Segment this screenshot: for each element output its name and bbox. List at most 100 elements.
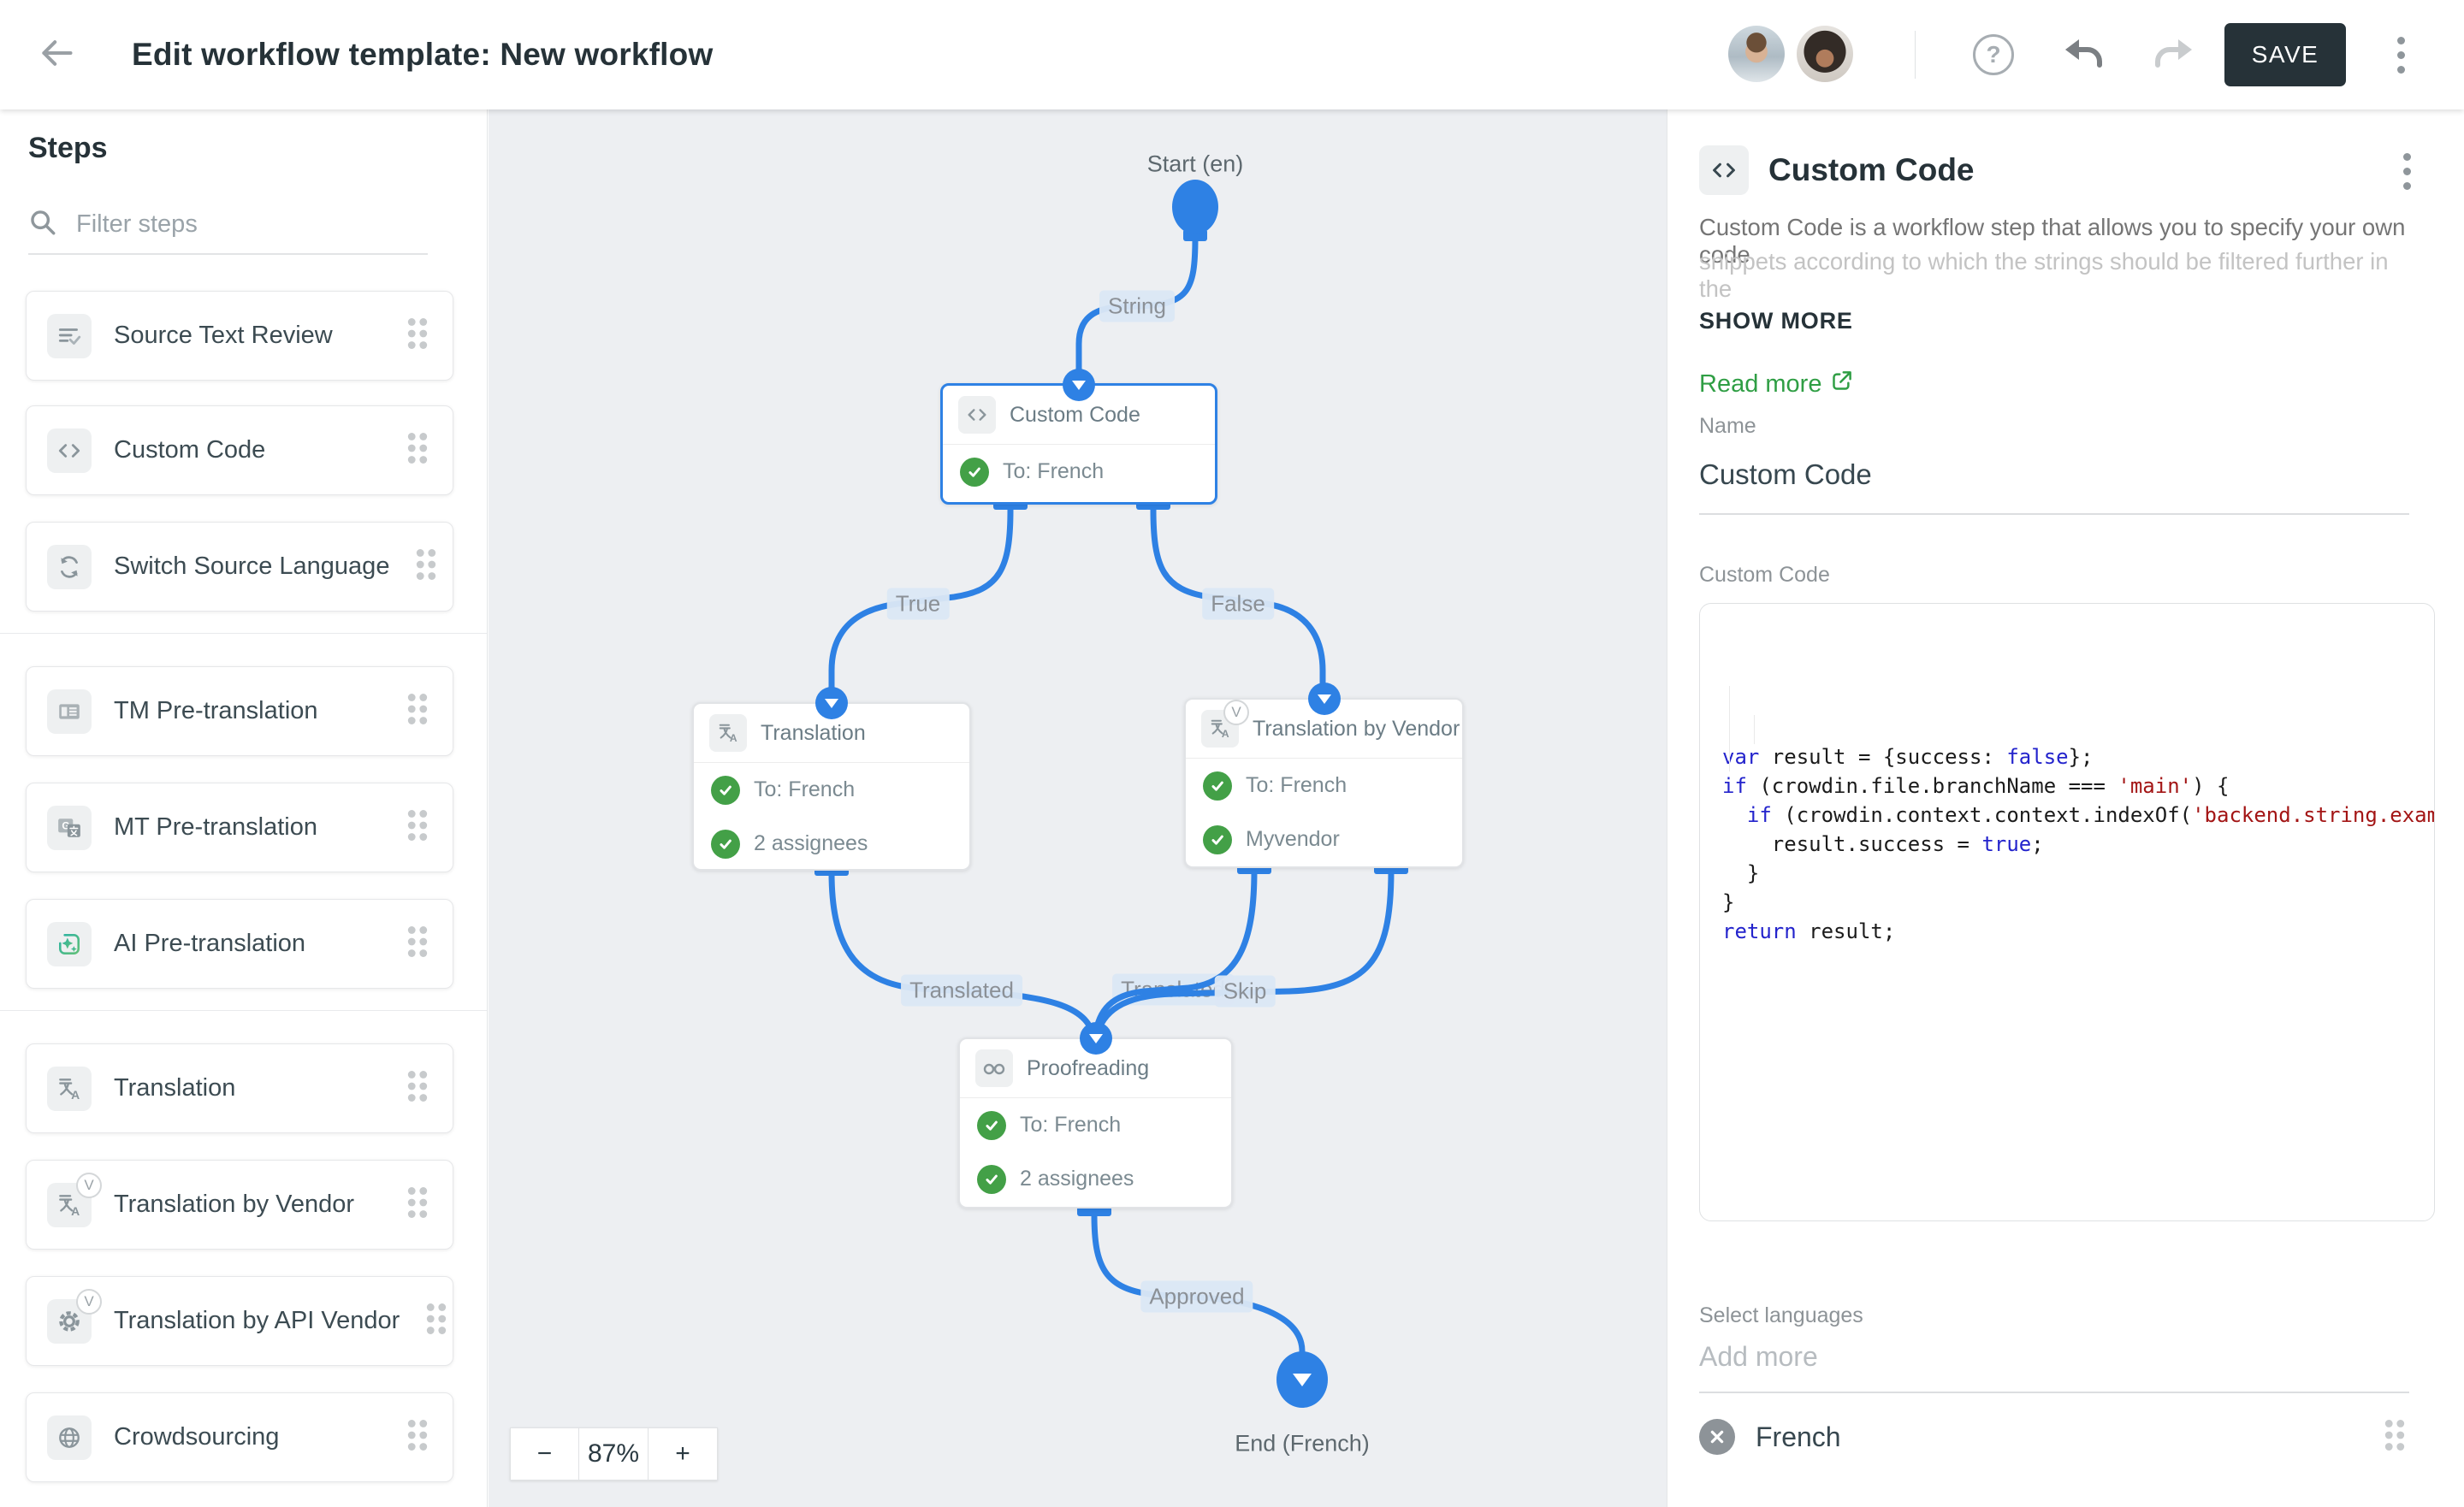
step-card-label: Source Text Review (114, 322, 381, 350)
code-icon (47, 428, 92, 473)
sidebar-section-divider (0, 633, 487, 634)
drag-handle-icon[interactable] (403, 690, 432, 732)
collaborator-avatar-2[interactable] (1797, 26, 1853, 82)
back-button[interactable] (33, 31, 80, 79)
step-card-label: TM Pre-translation (114, 697, 381, 725)
indent-guide (1754, 715, 1755, 744)
save-button[interactable]: SAVE (2224, 23, 2346, 86)
node-translation-by-vendor[interactable]: A V Translation by Vendor To: French Myv… (1184, 698, 1464, 868)
input-port[interactable] (1063, 369, 1095, 401)
collaborator-avatar-1[interactable] (1728, 26, 1785, 82)
name-field-input[interactable]: Custom Code (1699, 458, 2409, 515)
drag-handle-icon[interactable] (403, 1184, 432, 1226)
glasses-icon (975, 1049, 1013, 1087)
undo-icon (2060, 33, 2108, 77)
node-title: Translation (761, 721, 866, 746)
node-custom-code[interactable]: Custom Code To: French (940, 383, 1217, 505)
top-bar: Edit workflow template: New workflow ? S… (0, 0, 2464, 109)
question-icon: ? (1986, 41, 2000, 68)
zoom-in-button[interactable]: + (649, 1427, 718, 1480)
redo-button[interactable] (2149, 33, 2197, 77)
edge-label-false: False (1202, 588, 1274, 620)
vendor-badge: V (76, 1173, 102, 1198)
code-icon (958, 396, 996, 434)
workflow-canvas[interactable]: Start (en) String Custom Code To: French… (489, 109, 1667, 1507)
step-card-translation-by-api-vendor[interactable]: V Translation by API Vendor (26, 1276, 453, 1366)
node-translation[interactable]: A Translation To: French 2 assignees (692, 702, 971, 871)
node-row: 2 assignees (960, 1152, 1231, 1206)
check-icon (1203, 825, 1232, 854)
drag-handle-icon[interactable] (403, 1416, 432, 1458)
input-port[interactable] (1080, 1022, 1112, 1055)
step-card-translation[interactable]: A Translation (26, 1043, 453, 1133)
undo-button[interactable] (2060, 33, 2108, 77)
end-node-label: End (French) (1235, 1431, 1370, 1457)
step-card-tm-pre-translation[interactable]: TM Pre-translation (26, 666, 453, 756)
step-card-custom-code[interactable]: Custom Code (26, 405, 453, 495)
drag-handle-icon[interactable] (403, 429, 432, 471)
node-row-text: To: French (754, 777, 855, 802)
step-card-label: Translation (114, 1074, 381, 1102)
external-link-icon (1830, 369, 1853, 399)
edge-translated-left (832, 872, 1093, 1037)
step-card-label: Custom Code (114, 436, 381, 464)
drag-handle-icon[interactable] (403, 1067, 432, 1109)
drag-handle-icon[interactable] (403, 807, 432, 848)
check-icon (711, 830, 740, 859)
input-port[interactable] (815, 687, 848, 719)
node-row: To: French (1186, 759, 1462, 813)
edge-label-skip: Skip (1215, 976, 1276, 1008)
workflow-edges (489, 109, 1667, 1507)
zoom-level: 87% (579, 1427, 649, 1480)
add-language-input[interactable] (1699, 1341, 2409, 1393)
input-port[interactable] (1308, 683, 1341, 715)
vendor-badge: V (76, 1289, 102, 1315)
drag-handle-icon[interactable] (403, 923, 432, 965)
panel-menu-button[interactable] (2386, 147, 2427, 195)
drag-handle-icon[interactable] (412, 546, 441, 588)
show-more-button[interactable]: SHOW MORE (1699, 308, 1853, 334)
zoom-out-button[interactable]: − (510, 1427, 579, 1480)
step-card-ai-pre-translation[interactable]: AI Pre-translation (26, 899, 453, 989)
filter-steps-input[interactable] (74, 210, 386, 239)
drag-handle-icon[interactable] (422, 1300, 451, 1342)
step-card-switch-source-language[interactable]: Switch Source Language (26, 522, 453, 612)
vendor-badge: V (1223, 700, 1249, 725)
node-row-text: Myvendor (1246, 827, 1340, 852)
step-details-panel: Custom Code Custom Code is a workflow st… (1667, 109, 2464, 1507)
search-icon (28, 208, 57, 241)
drag-handle-icon[interactable] (2380, 1416, 2409, 1458)
topbar-menu-button[interactable] (2380, 33, 2421, 77)
panel-description-line2: snippets according to which the strings … (1699, 248, 2409, 303)
node-row-text: To: French (1246, 773, 1347, 798)
gear-vendor-icon: V (47, 1299, 92, 1344)
node-row-text: 2 assignees (754, 831, 868, 856)
refresh-icon (47, 545, 92, 589)
indent-guide (1729, 686, 1730, 771)
step-card-translation-by-vendor[interactable]: A V Translation by Vendor (26, 1160, 453, 1250)
check-icon (960, 458, 989, 487)
step-card-mt-pre-translation[interactable]: G MT Pre-translation (26, 783, 453, 872)
drag-handle-icon[interactable] (403, 315, 432, 357)
node-proofreading[interactable]: Proofreading To: French 2 assignees (958, 1037, 1233, 1209)
node-row-text: To: French (1003, 459, 1104, 484)
node-row: Myvendor (1186, 813, 1462, 866)
step-card-source-text-review[interactable]: Source Text Review (26, 291, 453, 381)
check-icon (1203, 771, 1232, 801)
read-more-link[interactable]: Read more (1699, 369, 1853, 399)
step-card-crowdsourcing[interactable]: Crowdsourcing (26, 1392, 453, 1482)
node-row-text: To: French (1020, 1113, 1121, 1138)
node-row-text: 2 assignees (1020, 1167, 1134, 1191)
edge-skip (1097, 871, 1391, 1037)
remove-language-button[interactable] (1699, 1419, 1735, 1455)
edge-label-approved: Approved (1140, 1281, 1253, 1313)
custom-code-field-label: Custom Code (1699, 563, 1830, 588)
custom-code-editor[interactable]: var result = {success: false};if (crowdi… (1699, 603, 2435, 1221)
start-node[interactable] (1172, 180, 1218, 234)
node-title: Translation by Vendor (1253, 717, 1460, 742)
filter-steps-field[interactable] (28, 195, 428, 255)
end-node[interactable] (1276, 1351, 1328, 1408)
node-row: 2 assignees (694, 817, 969, 871)
translate-vendor-icon: A V (1201, 710, 1239, 748)
help-button[interactable]: ? (1973, 34, 2014, 75)
